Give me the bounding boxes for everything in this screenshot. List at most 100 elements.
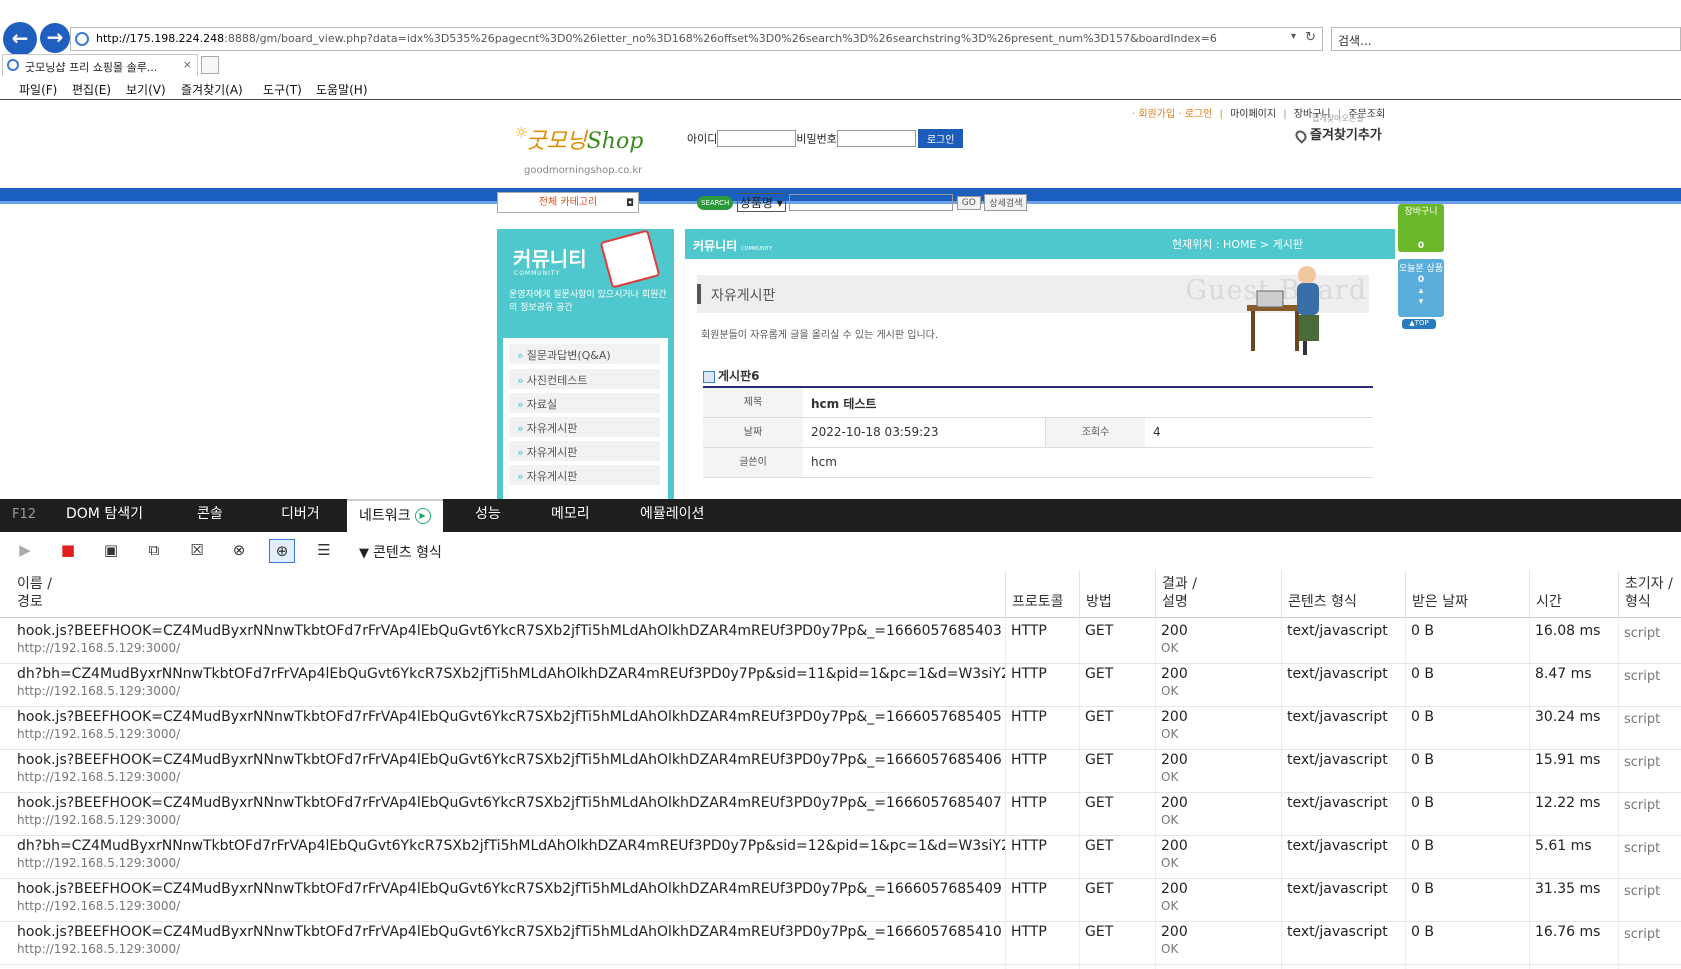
col-result-line1: 결과 /: [1162, 576, 1197, 592]
play-icon[interactable]: ▶: [12, 539, 38, 563]
col-name[interactable]: 이름 / 경로: [0, 570, 1005, 618]
address-url[interactable]: http://175.198.224.248:8888/gm/board_vie…: [96, 32, 1276, 45]
clear-entries-icon[interactable]: ☒: [184, 539, 210, 563]
request-status: 200 OK: [1155, 919, 1281, 965]
browser-search-input[interactable]: 검색...: [1331, 27, 1681, 51]
request-initiator: script: [1618, 661, 1681, 707]
stop-icon[interactable]: ■: [55, 539, 81, 563]
request-content-type: text/javascript: [1281, 661, 1405, 707]
forward-button[interactable]: →: [40, 23, 70, 53]
clear-cache-icon[interactable]: ⊗: [226, 539, 252, 563]
request-time-text: 31.35 ms: [1535, 881, 1601, 897]
back-button[interactable]: ←: [3, 22, 37, 56]
calendar-icon: [599, 229, 661, 289]
col-time[interactable]: 시간: [1529, 570, 1618, 618]
table-row[interactable]: hook.js?BEEFHOOK=CZ4MudByxrNNnwTkbtOFd7r…: [0, 747, 1681, 793]
table-row[interactable]: dh?bh=CZ4MudByxrNNnwTkbtOFd7rFrVAp4lEbQu…: [0, 661, 1681, 707]
table-row[interactable]: hook.js?BEEFHOOK=CZ4MudByxrNNnwTkbtOFd7r…: [0, 790, 1681, 836]
side-cart-button[interactable]: 장바구니 0: [1398, 204, 1444, 252]
request-content-type-text: text/javascript: [1287, 795, 1388, 811]
tab-network[interactable]: 네트워크 ▶: [347, 499, 443, 532]
tab-memory[interactable]: 메모리: [539, 499, 602, 532]
tab-console[interactable]: 콘솔: [185, 499, 235, 532]
recent-products-button[interactable]: 오늘본 상품 0 ▴ ▾: [1398, 259, 1444, 317]
sidebar-item-photo-contest[interactable]: » 사진컨테스트: [509, 369, 660, 389]
menu-file[interactable]: 파일(F): [19, 81, 57, 98]
col-received[interactable]: 받은 날짜: [1405, 570, 1529, 618]
request-initiator-text: script: [1624, 755, 1661, 770]
sidebar-item-free-board[interactable]: » 자유게시판: [509, 417, 660, 437]
request-method: GET: [1079, 876, 1155, 922]
request-name: dh?bh=CZ4MudByxrNNnwTkbtOFd7rFrVAp4lEbQu…: [0, 661, 1005, 707]
request-method-text: GET: [1085, 838, 1114, 854]
search-type-select[interactable]: 상품명 ▾: [736, 193, 786, 212]
request-content-type: text/javascript: [1281, 919, 1405, 965]
all-category-button[interactable]: 전체 카테고리 ◘: [497, 192, 639, 213]
tab-favicon-icon: [7, 59, 19, 71]
password-input[interactable]: [836, 130, 916, 147]
col-content-type[interactable]: 콘텐츠 형식: [1281, 570, 1405, 618]
address-dropdown-icon[interactable]: ▾: [1291, 31, 1296, 42]
add-bookmark-link[interactable]: 쉽게찾아오는길 즐겨찾기추가: [1293, 113, 1382, 144]
login-link[interactable]: · 로그인: [1178, 109, 1212, 120]
close-tab-icon[interactable]: ×: [183, 58, 192, 71]
request-status: 200 OK: [1155, 747, 1281, 793]
address-path: :8888/gm/board_view.php?data=idx%3D535%2…: [224, 32, 1217, 45]
menu-tools[interactable]: 도구(T): [263, 81, 302, 98]
col-method[interactable]: 방법: [1079, 570, 1155, 618]
sidebar-item-qna[interactable]: » 질문과답변(Q&A): [509, 344, 660, 364]
request-received-text: 0 B: [1411, 924, 1434, 940]
sidebar-item-free-board[interactable]: » 자유게시판: [509, 441, 660, 461]
table-row[interactable]: hook.js?BEEFHOOK=CZ4MudByxrNNnwTkbtOFd7r…: [0, 618, 1681, 664]
author-label: 글쓴이: [703, 448, 803, 477]
table-row[interactable]: hook.js?BEEFHOOK=CZ4MudByxrNNnwTkbtOFd7r…: [0, 876, 1681, 922]
table-row[interactable]: dh?bh=CZ4MudByxrNNnwTkbtOFd7rFrVAp4lEbQu…: [0, 833, 1681, 879]
request-initiator-text: script: [1624, 712, 1661, 727]
detail-search-button[interactable]: 상세검색: [984, 194, 1028, 211]
top-button[interactable]: ▲TOP: [1402, 319, 1436, 329]
request-path: http://192.168.5.129:3000/: [17, 856, 181, 870]
sidebar-description: 운영자에게 질문사항이 있으시거나 회원간의 정보공유 공간: [509, 290, 667, 313]
tab-dom-explorer[interactable]: DOM 탐색기: [54, 499, 155, 532]
id-input[interactable]: [717, 130, 797, 147]
menu-help[interactable]: 도움말(H): [316, 81, 368, 98]
refresh-icon[interactable]: ↻: [1305, 30, 1316, 45]
search-type-value: 상품명: [739, 196, 773, 210]
request-method-text: GET: [1085, 709, 1114, 725]
col-initiator[interactable]: 초기자 / 형식: [1618, 570, 1681, 618]
tab-performance[interactable]: 성능: [463, 499, 513, 532]
new-tab-button[interactable]: [201, 56, 219, 74]
copy-icon[interactable]: ⧉: [141, 539, 167, 563]
sidebar-item-archive[interactable]: » 자료실: [509, 393, 660, 413]
col-result-line2: 설명: [1162, 594, 1188, 610]
browser-tab[interactable]: 굿모닝샵 프리 쇼핑몰 솔루... ×: [2, 54, 198, 76]
request-time-text: 15.91 ms: [1535, 752, 1601, 768]
content-type-filter[interactable]: ▼ 콘텐츠 형식: [359, 542, 442, 562]
table-row[interactable]: hook.js?BEEFHOOK=CZ4MudByxrNNnwTkbtOFd7r…: [0, 919, 1681, 965]
request-protocol: HTTP: [1005, 747, 1079, 793]
login-button[interactable]: 로그인: [917, 129, 964, 148]
save-icon[interactable]: ▣: [98, 539, 124, 563]
join-link[interactable]: · 회원가입: [1132, 109, 1175, 120]
product-search-input[interactable]: [789, 194, 954, 211]
table-row[interactable]: hook.js?BEEFHOOK=CZ4MudByxrNNnwTkbtOFd7r…: [0, 704, 1681, 750]
address-bar[interactable]: http://175.198.224.248:8888/gm/board_vie…: [70, 27, 1323, 51]
recording-play-icon: ▶: [414, 508, 431, 524]
location-pin-icon: [1293, 127, 1309, 144]
clear-session-icon[interactable]: ☰: [311, 539, 337, 563]
always-refresh-icon[interactable]: ⊕: [269, 539, 295, 563]
request-time-text: 30.24 ms: [1535, 709, 1601, 725]
tab-emulation[interactable]: 에뮬레이션: [628, 499, 716, 532]
sidebar-item-label: 자료실: [526, 398, 558, 411]
menu-view[interactable]: 보기(V): [126, 81, 166, 98]
sidebar-item-free-board[interactable]: » 자유게시판: [509, 465, 660, 485]
tab-debugger[interactable]: 디버거: [269, 499, 332, 532]
search-go-button[interactable]: GO: [956, 195, 981, 210]
col-protocol[interactable]: 프로토콜: [1005, 570, 1079, 618]
menu-edit[interactable]: 편집(E): [72, 81, 111, 98]
col-result[interactable]: 결과 / 설명: [1155, 570, 1281, 618]
site-logo[interactable]: ☼ 굿모닝Shop goodmorningshop.co.kr: [514, 117, 664, 176]
mypage-link[interactable]: 마이페이지: [1230, 109, 1276, 120]
menu-favorites[interactable]: 즐겨찾기(A): [181, 81, 243, 98]
menu-bar: 파일(F) 편집(E) 보기(V) 즐겨찾기(A) 도구(T) 도움말(H): [0, 78, 1681, 100]
